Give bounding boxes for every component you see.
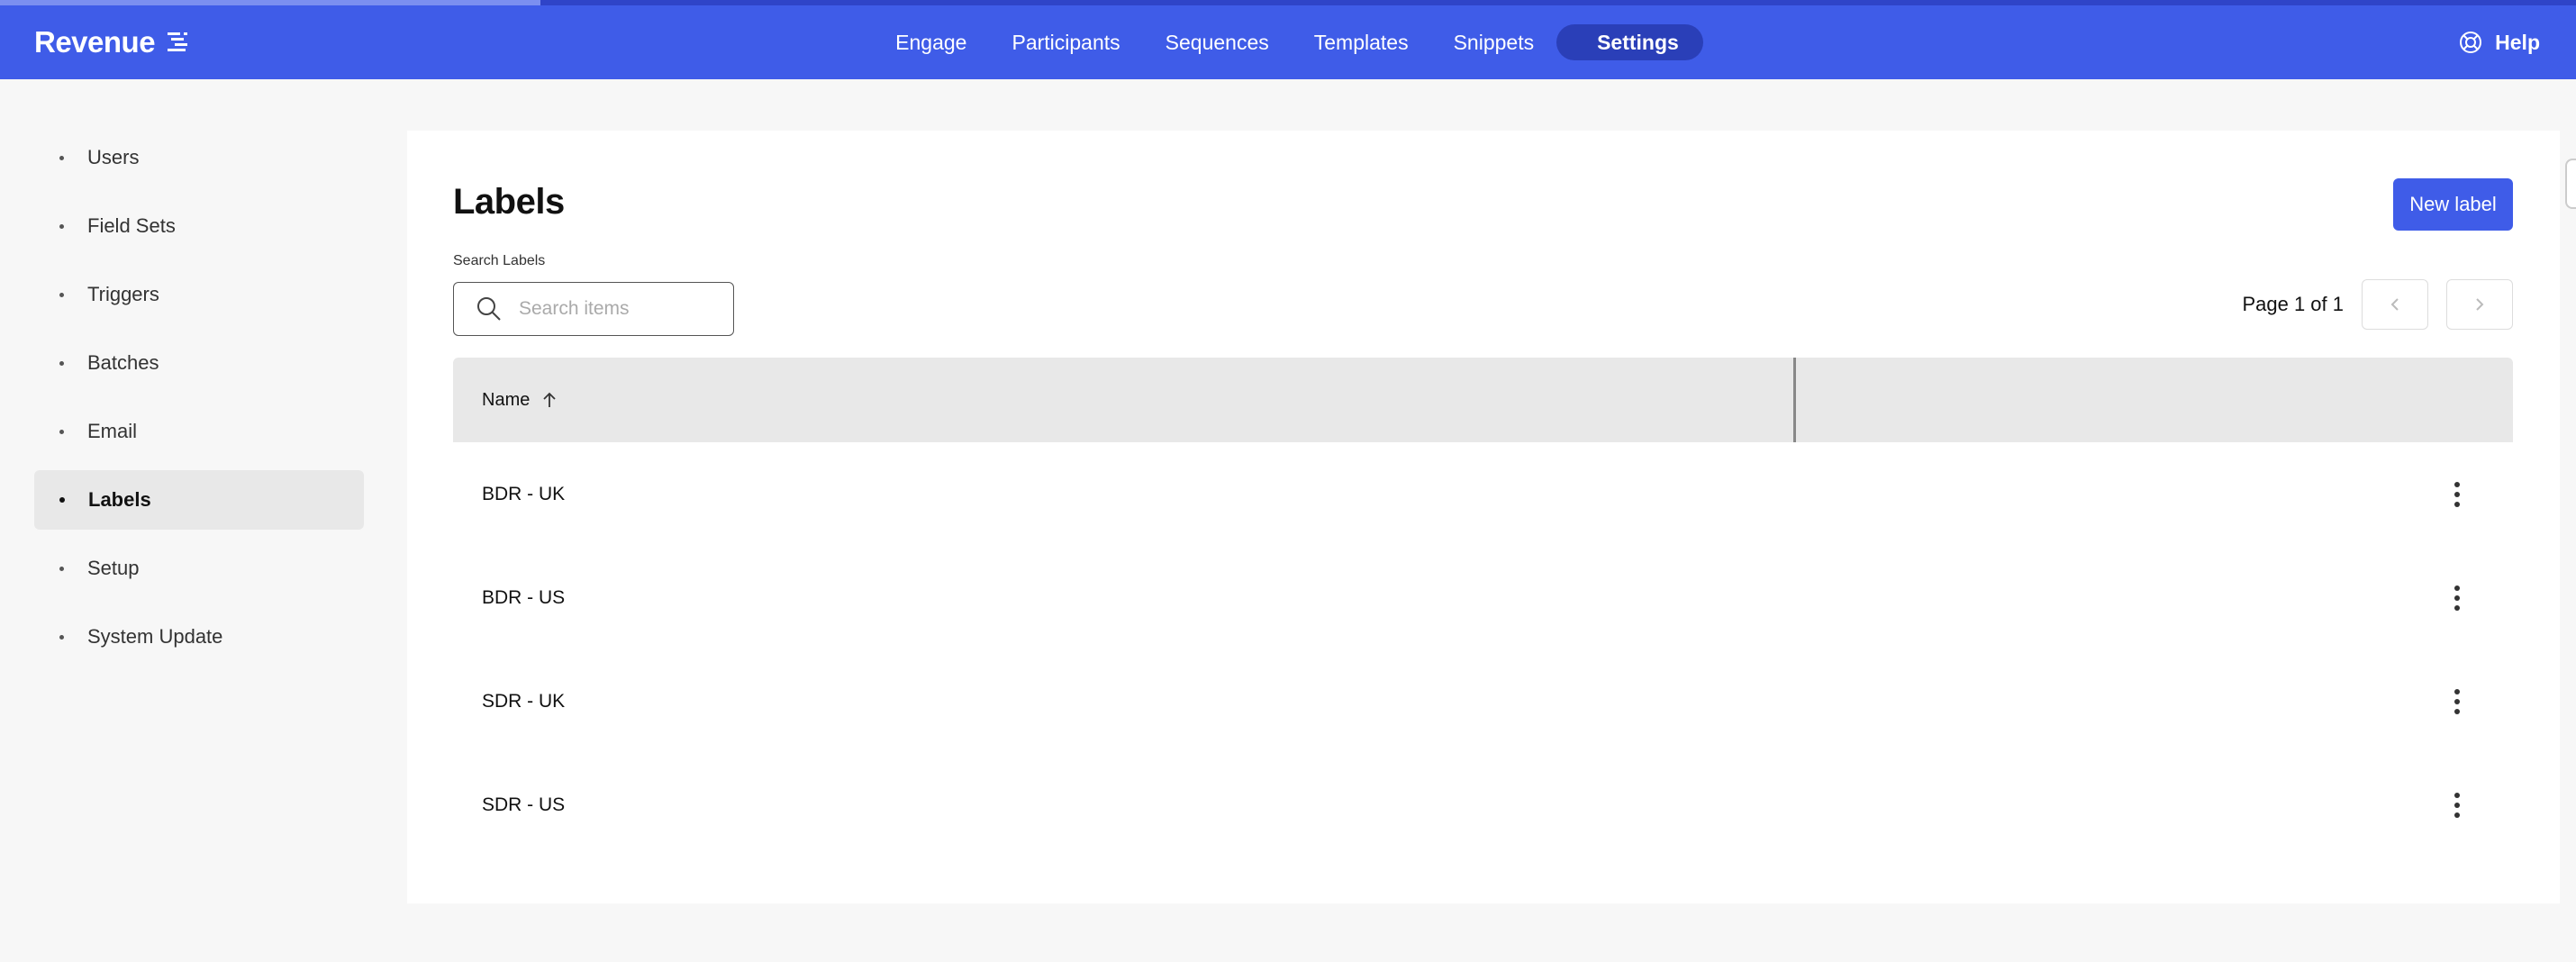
side-panel-handle[interactable] xyxy=(2565,159,2576,209)
search-label: Search Labels xyxy=(453,253,546,268)
next-page-button[interactable] xyxy=(2446,279,2513,330)
table-row[interactable]: BDR - UK xyxy=(453,442,2513,546)
chevron-left-icon xyxy=(2390,298,2399,311)
labels-card: Labels New label Search Labels Page 1 of… xyxy=(407,131,2560,903)
more-vertical-icon xyxy=(2454,585,2460,611)
sidebar-item-label: Email xyxy=(87,420,138,442)
nav-tab-engage[interactable]: Engage xyxy=(873,24,989,60)
help-icon xyxy=(2460,32,2482,53)
row-actions-button[interactable] xyxy=(2446,580,2468,616)
nav-tab-sequences[interactable]: Sequences xyxy=(1143,24,1292,60)
search-field[interactable] xyxy=(453,282,734,336)
sidebar-item-users[interactable]: Users xyxy=(34,128,364,187)
sidebar-item-email[interactable]: Email xyxy=(34,402,364,461)
nav-tab-participants[interactable]: Participants xyxy=(989,24,1142,60)
pagination: Page 1 of 1 xyxy=(2242,279,2513,330)
sidebar-item-label: Triggers xyxy=(87,283,159,305)
sidebar-item-label: Batches xyxy=(87,351,159,374)
column-header-name[interactable]: Name xyxy=(482,390,558,411)
bullet xyxy=(59,634,64,640)
sidebar-item-setup[interactable]: Setup xyxy=(34,539,364,598)
new-label-button[interactable]: New label xyxy=(2393,178,2513,231)
column-resize-handle[interactable] xyxy=(1793,358,1796,442)
more-vertical-icon xyxy=(2454,688,2460,714)
sort-arrow-up-icon xyxy=(543,392,556,407)
row-actions-button[interactable] xyxy=(2446,684,2468,720)
column-header-label: Name xyxy=(482,389,531,410)
nav-tab-settings[interactable]: Settings xyxy=(1556,24,1703,60)
search-input[interactable] xyxy=(519,298,717,320)
settings-sidebar: Users Field Sets Triggers Batches Email … xyxy=(34,128,364,676)
sidebar-item-label: Users xyxy=(87,146,140,168)
label-name: BDR - UK xyxy=(482,483,566,504)
page-indicator: Page 1 of 1 xyxy=(2242,293,2344,315)
sidebar-item-label: Setup xyxy=(87,557,140,579)
table-row[interactable]: SDR - US xyxy=(453,753,2513,857)
more-vertical-icon xyxy=(2454,481,2460,507)
label-name: SDR - US xyxy=(482,794,566,815)
table-row[interactable]: SDR - UK xyxy=(453,649,2513,753)
bullet xyxy=(59,360,64,366)
help-label: Help xyxy=(2495,30,2540,54)
prev-page-button[interactable] xyxy=(2362,279,2428,330)
help-button[interactable]: Help xyxy=(2459,5,2540,79)
more-vertical-icon xyxy=(2454,792,2460,818)
chevron-right-icon xyxy=(2476,298,2484,311)
sidebar-item-triggers[interactable]: Triggers xyxy=(34,265,364,324)
search-icon xyxy=(477,297,501,321)
row-actions-button[interactable] xyxy=(2446,787,2468,823)
label-name: SDR - UK xyxy=(482,690,566,712)
page-title: Labels xyxy=(453,182,565,222)
bullet xyxy=(59,292,64,297)
table-header: Name xyxy=(453,358,2513,442)
bullet xyxy=(59,155,64,160)
row-actions-button[interactable] xyxy=(2446,476,2468,513)
sidebar-item-field-sets[interactable]: Field Sets xyxy=(34,196,364,256)
bullet xyxy=(59,223,64,229)
sidebar-item-label: Field Sets xyxy=(87,214,176,237)
sidebar-item-batches[interactable]: Batches xyxy=(34,333,364,393)
label-name: BDR - US xyxy=(482,586,566,608)
sidebar-item-system-update[interactable]: System Update xyxy=(34,607,364,667)
bullet xyxy=(59,429,64,434)
sidebar-item-label: System Update xyxy=(87,625,223,648)
sidebar-item-label: Labels xyxy=(88,488,151,511)
table-row[interactable]: BDR - US xyxy=(453,546,2513,649)
sidebar-item-labels[interactable]: Labels xyxy=(34,470,364,530)
bullet xyxy=(59,566,64,571)
labels-table: Name BDR - UK BDR - US SDR - UK SDR - US xyxy=(453,358,2513,857)
bullet xyxy=(59,497,65,503)
nav-tab-templates[interactable]: Templates xyxy=(1292,24,1431,60)
main-nav: Engage Participants Sequences Templates … xyxy=(0,5,2576,79)
nav-tab-snippets[interactable]: Snippets xyxy=(1431,24,1557,60)
top-navbar: Revenue Engage Participants Sequences Te… xyxy=(0,5,2576,79)
